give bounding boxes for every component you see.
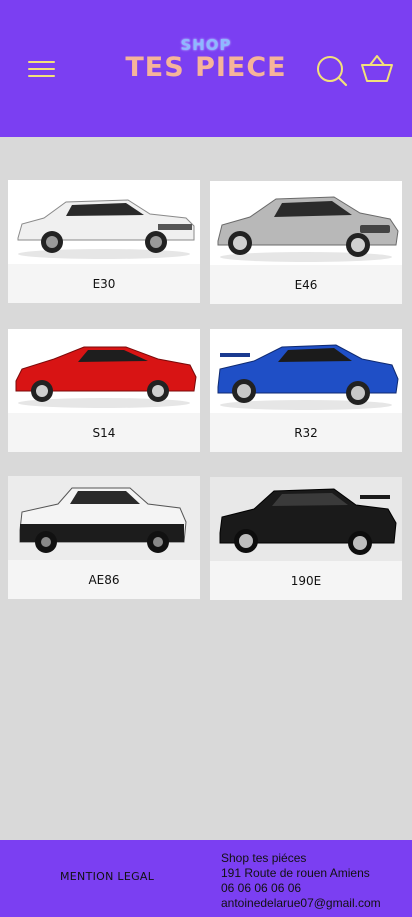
car-card-190e[interactable]: 190E [210, 477, 402, 600]
car-image-e30 [8, 180, 200, 264]
menu-icon-line-middle [28, 68, 55, 70]
site-logo[interactable]: SHOP TES PIECE [120, 34, 292, 96]
contact-block: Shop tes piéces 191 Route de rouen Amien… [221, 851, 381, 911]
car-card-e46[interactable]: E46 [210, 181, 402, 304]
search-icon [317, 56, 348, 87]
car-image-r32-icon [217, 344, 399, 410]
car-image-s14-icon [15, 346, 197, 408]
footer-bar: MENTION LEGAL Shop tes piéces 191 Route … [0, 840, 412, 917]
search-button[interactable] [316, 55, 348, 87]
car-card-ae86[interactable]: AE86 [8, 476, 200, 599]
car-label-e46: E46 [294, 277, 318, 292]
contact-address: 191 Route de rouen Amiens [221, 866, 370, 880]
mention-legal-link[interactable]: MENTION LEGAL [60, 870, 154, 883]
car-image-ae86-icon [19, 487, 187, 553]
car-image-e46 [210, 181, 402, 265]
car-card-s14[interactable]: S14 [8, 329, 200, 452]
car-label-190e: 190E [290, 573, 322, 588]
header-bar: SHOP TES PIECE [0, 0, 412, 137]
contact-phone[interactable]: 06 06 06 06 06 [221, 881, 381, 896]
logo-title-text: TES PIECE [125, 52, 287, 83]
contact-name: Shop tes piéces [221, 851, 307, 865]
car-card-r32[interactable]: R32 [210, 329, 402, 452]
menu-button[interactable] [28, 59, 56, 79]
car-image-190e [210, 477, 402, 561]
menu-icon-line-bottom [28, 75, 55, 77]
contact-email[interactable]: antoinedelarue07@gmail.com [221, 896, 381, 911]
car-label-ae86: AE86 [88, 572, 120, 587]
basket-icon [361, 55, 393, 82]
car-image-ae86 [8, 476, 200, 560]
car-label-r32: R32 [294, 425, 318, 440]
car-image-190e-icon [219, 488, 397, 555]
car-label-s14: S14 [92, 425, 116, 440]
car-image-s14 [8, 329, 200, 413]
car-card-e30[interactable]: E30 [8, 180, 200, 303]
menu-icon-line-top [28, 61, 55, 63]
basket-button[interactable] [360, 54, 394, 84]
car-image-e46-icon [217, 196, 399, 262]
car-image-e30-icon [17, 199, 195, 259]
car-image-r32 [210, 329, 402, 413]
car-label-e30: E30 [92, 276, 116, 291]
